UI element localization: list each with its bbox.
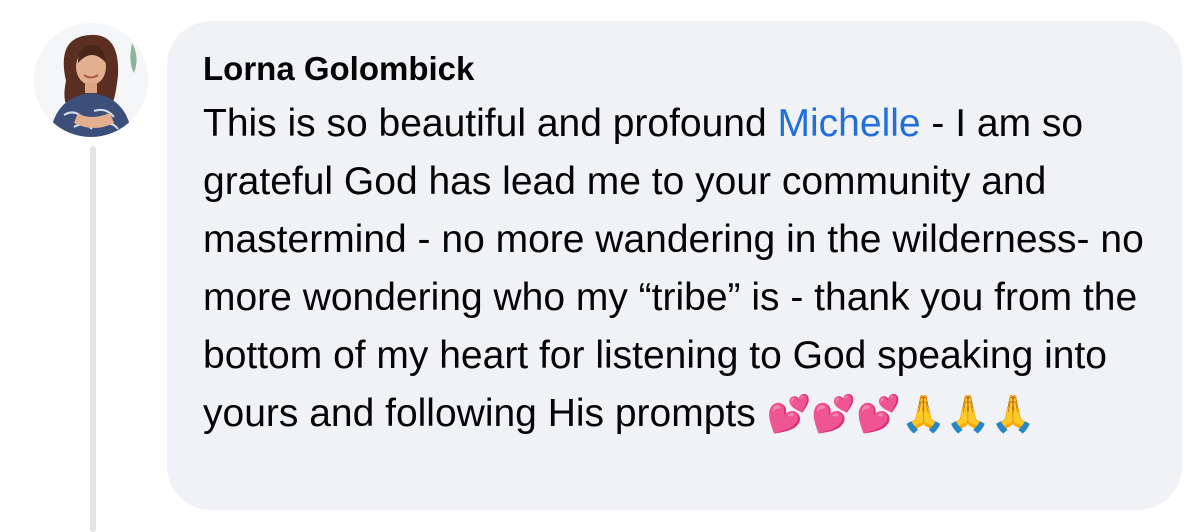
comment-bubble: Lorna Golombick This is so beautiful and… [167, 21, 1182, 510]
comment-text-start: This is so beautiful and profound [203, 102, 778, 145]
folded-hands-emoji-icon: 🙏 [945, 394, 991, 435]
comment: Lorna Golombick This is so beautiful and… [0, 0, 1200, 532]
two-hearts-emoji-icon: 💕 [811, 394, 857, 435]
mention-link[interactable]: Michelle [778, 102, 921, 145]
comment-text: This is so beautiful and profound Michel… [203, 95, 1152, 444]
comment-text-rest: - I am so grateful God has lead me to yo… [203, 102, 1144, 435]
thread-line [90, 146, 96, 532]
comment-author-name[interactable]: Lorna Golombick [203, 47, 1152, 91]
avatar[interactable] [34, 23, 148, 137]
two-hearts-emoji-icon: 💕 [766, 394, 812, 435]
profile-photo-icon [34, 23, 148, 137]
two-hearts-emoji-icon: 💕 [856, 394, 902, 435]
folded-hands-emoji-icon: 🙏 [990, 394, 1036, 435]
folded-hands-emoji-icon: 🙏 [901, 394, 946, 435]
